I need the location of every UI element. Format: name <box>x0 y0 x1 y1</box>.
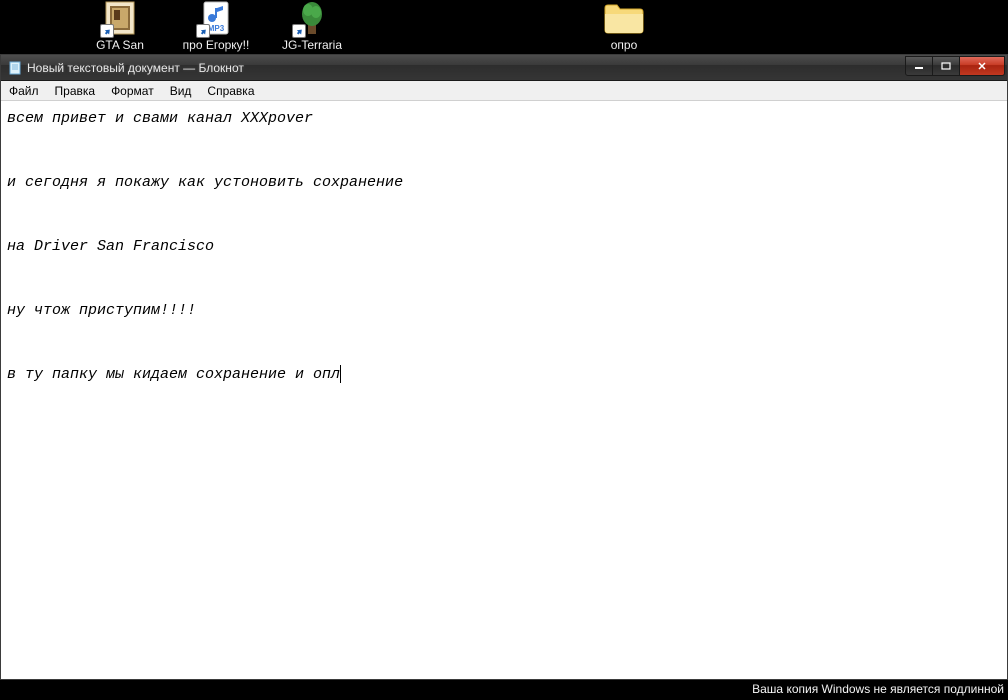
titlebar[interactable]: Новый текстовый документ — Блокнот <box>1 55 1007 81</box>
notepad-icon <box>7 60 23 76</box>
menu-file[interactable]: Файл <box>1 82 47 100</box>
svg-text:MP3: MP3 <box>208 24 225 33</box>
text-caret <box>340 365 341 383</box>
desktop-icon-terraria[interactable]: JG-Terraria <box>276 0 348 52</box>
image-file-icon <box>102 0 138 36</box>
mp3-file-icon: MP3 <box>198 0 234 36</box>
app-icon <box>294 0 330 36</box>
desktop-icon-label: JG-Terraria <box>282 38 342 52</box>
menu-help[interactable]: Справка <box>199 82 262 100</box>
menu-view[interactable]: Вид <box>162 82 200 100</box>
close-button[interactable] <box>959 56 1005 76</box>
menu-edit[interactable]: Правка <box>47 82 104 100</box>
shortcut-arrow-icon <box>196 24 210 38</box>
window-title: Новый текстовый документ — Блокнот <box>27 61 906 75</box>
maximize-button[interactable] <box>932 56 960 76</box>
desktop-icon-label: про Егорку!! <box>183 38 250 52</box>
shortcut-arrow-icon <box>100 24 114 38</box>
text-editor[interactable]: всем привет и свами канал XXXpover и сег… <box>1 101 1007 679</box>
desktop-icon-label: GTA San <box>96 38 144 52</box>
text-content: всем привет и свами канал XXXpover и сег… <box>7 110 403 383</box>
folder-icon <box>602 0 646 36</box>
desktop-icon-mp3[interactable]: MP3 про Егорку!! <box>180 0 252 52</box>
windows-watermark: Ваша копия Windows не является подлинной <box>752 682 1004 696</box>
menubar: Файл Правка Формат Вид Справка <box>1 81 1007 101</box>
notepad-window: Новый текстовый документ — Блокнот Файл … <box>0 54 1008 680</box>
shortcut-arrow-icon <box>292 24 306 38</box>
menu-format[interactable]: Формат <box>103 82 162 100</box>
minimize-button[interactable] <box>905 56 933 76</box>
desktop-icon-label: опро <box>611 38 638 52</box>
desktop-icon-folder[interactable]: опро <box>588 0 660 52</box>
desktop-icon-gta[interactable]: GTA San <box>84 0 156 52</box>
